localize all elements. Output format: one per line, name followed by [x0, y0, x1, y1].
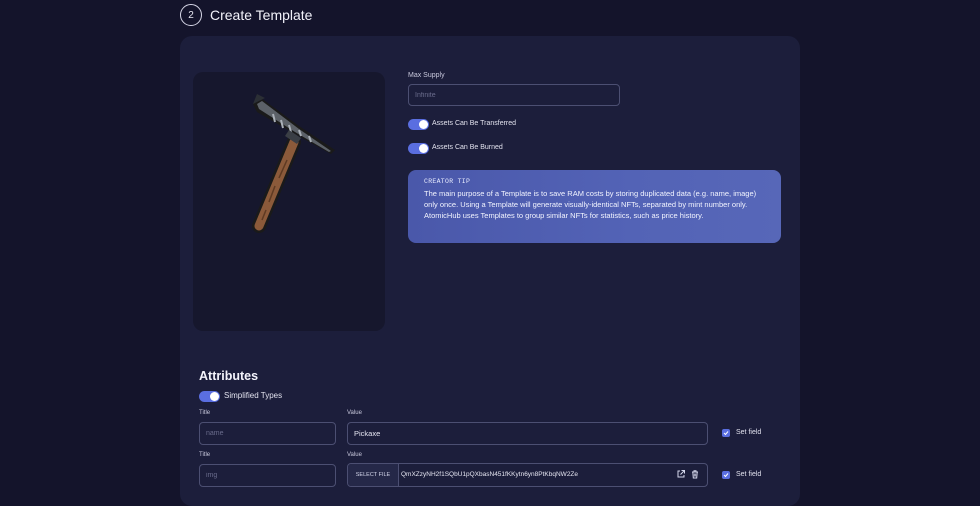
set-field-label: Set field [736, 429, 762, 436]
creator-tip-text: The main purpose of a Template is to sav… [424, 189, 757, 220]
check-icon [723, 473, 729, 478]
attribute-value-label: Value [347, 410, 362, 416]
open-external-icon[interactable] [676, 469, 686, 479]
template-card: Max Supply Assets Can Be Transferred Ass… [180, 36, 800, 506]
attribute-title-input[interactable] [199, 422, 336, 445]
file-hash-value: QmXZzyNH2f1SQbU1pQXbasN451fKKytn6yn8PtKb… [401, 471, 579, 478]
step-header: 2 Create Template [180, 4, 312, 26]
simplified-types-label: Simplified Types [224, 391, 283, 400]
attribute-title-input[interactable] [199, 464, 336, 487]
toggle-knob [419, 120, 428, 129]
set-field-checkbox[interactable] [722, 429, 730, 437]
transferable-label: Assets Can Be Transferred [432, 120, 517, 127]
burnable-toggle[interactable] [408, 143, 429, 154]
pickaxe-image [252, 94, 335, 233]
step-title: Create Template [210, 7, 313, 23]
max-supply-label: Max Supply [408, 72, 445, 79]
attribute-file-field: SELECT FILE QmXZzyNH2f1SQbU1pQXbasN451fK… [347, 463, 708, 487]
attribute-title-label: Title [199, 410, 211, 416]
creator-tip: CREATOR TIP The main purpose of a Templa… [408, 170, 781, 243]
step-number: 2 [180, 4, 202, 26]
set-field-checkbox[interactable] [722, 471, 730, 479]
toggle-knob [419, 144, 428, 153]
trash-icon[interactable] [690, 469, 700, 479]
template-image-preview [193, 72, 385, 331]
transferable-toggle[interactable] [408, 119, 429, 130]
toggle-knob [210, 392, 219, 401]
attribute-value-label: Value [347, 452, 362, 458]
max-supply-input[interactable] [408, 84, 620, 106]
check-icon [723, 431, 729, 436]
burnable-label: Assets Can Be Burned [432, 144, 503, 151]
creator-tip-title: CREATOR TIP [424, 178, 471, 185]
attribute-title-label: Title [199, 452, 211, 458]
set-field-label: Set field [736, 471, 762, 478]
select-file-button[interactable]: SELECT FILE [348, 464, 399, 486]
attribute-value-input[interactable] [347, 422, 708, 445]
attributes-heading: Attributes [199, 369, 259, 383]
simplified-types-toggle[interactable] [199, 391, 220, 402]
